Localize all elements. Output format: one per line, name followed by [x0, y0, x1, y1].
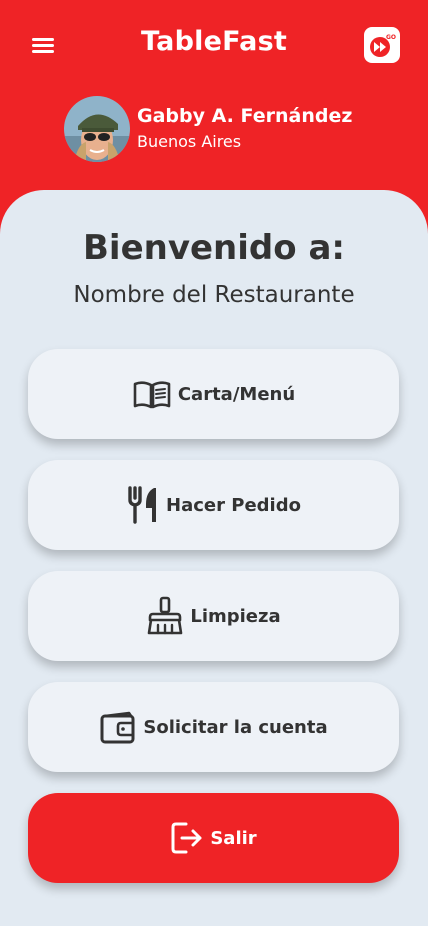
- broom-icon: [146, 596, 184, 636]
- logo-badge-text: GO: [386, 34, 396, 41]
- cleaning-label: Limpieza: [190, 605, 281, 627]
- logout-button[interactable]: Salir: [28, 793, 399, 883]
- user-profile: Gabby A. Fernández Buenos Aires: [64, 96, 384, 164]
- welcome-heading: Bienvenido a:: [83, 228, 345, 268]
- app-screen: TableFast GO Gabby A. Fernández Buenos A…: [0, 0, 428, 926]
- avatar: [64, 96, 130, 162]
- app-logo-button[interactable]: GO: [364, 27, 400, 63]
- user-city: Buenos Aires: [137, 132, 242, 151]
- wallet-icon: [99, 710, 137, 744]
- top-bar: TableFast GO: [0, 0, 428, 92]
- menu-card-label: Carta/Menú: [177, 383, 296, 405]
- fast-forward-go-icon: GO: [370, 34, 396, 57]
- utensils-icon: [126, 486, 160, 524]
- menu-card-button[interactable]: Carta/Menú: [28, 349, 399, 439]
- sign-out-icon: [170, 821, 204, 855]
- user-photo: [64, 96, 130, 162]
- logout-label: Salir: [210, 827, 257, 849]
- user-name: Gabby A. Fernández: [137, 105, 353, 127]
- restaurant-name: Nombre del Restaurante: [73, 282, 355, 308]
- cleaning-button[interactable]: Limpieza: [28, 571, 399, 661]
- request-bill-label: Solicitar la cuenta: [143, 716, 328, 738]
- open-book-icon: [132, 379, 172, 409]
- place-order-label: Hacer Pedido: [166, 494, 301, 516]
- place-order-button[interactable]: Hacer Pedido: [28, 460, 399, 550]
- request-bill-button[interactable]: Solicitar la cuenta: [28, 682, 399, 772]
